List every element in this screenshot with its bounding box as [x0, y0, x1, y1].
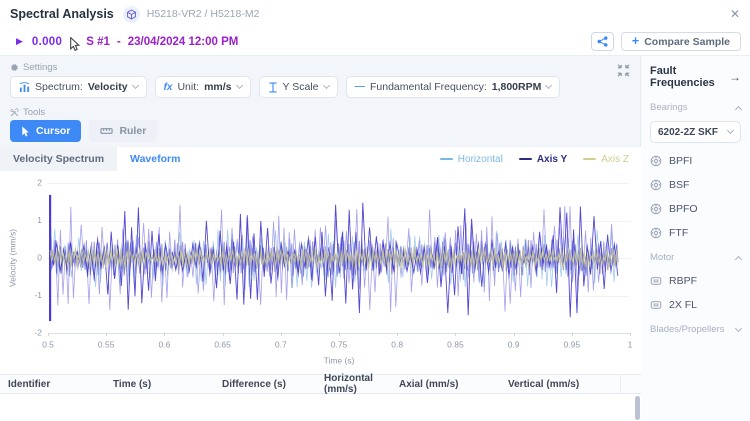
chevron-down-icon	[734, 324, 743, 332]
chart-card: Velocity Spectrum Waveform Horizontal Ax…	[0, 147, 641, 374]
y-scale-dropdown[interactable]: Y Scale	[258, 76, 338, 98]
bearing-icon	[650, 203, 662, 215]
close-icon[interactable]: ✕	[730, 8, 740, 20]
section-motor[interactable]: Motor	[650, 252, 743, 263]
ruler-tool-button[interactable]: Ruler	[89, 120, 158, 142]
motor-icon	[650, 301, 662, 309]
fundamental-frequency-dropdown[interactable]: — Fundamental Frequency: 1,800RPM	[345, 76, 561, 98]
tools-row: Cursor Ruler	[10, 120, 158, 142]
playback-value: 0.000	[31, 35, 63, 48]
column-header[interactable]: Identifier	[0, 379, 105, 390]
column-header[interactable]: Vertical (mm/s)	[500, 379, 620, 390]
column-header[interactable]: Difference (s)	[214, 379, 316, 390]
table-scrollbar[interactable]	[635, 396, 640, 420]
fault-item-bpfi[interactable]: BPFI	[650, 155, 741, 167]
fullscreen-expand-icon[interactable]	[617, 64, 630, 82]
chart-tabs-row: Velocity Spectrum Waveform Horizontal Ax…	[0, 147, 641, 171]
legend-dash-icon	[518, 158, 532, 160]
fundamental-dash-icon: —	[354, 80, 366, 92]
fault-item-bsf[interactable]: BSF	[650, 179, 741, 191]
playback-toolbar: ▶ 0.000 S #1 - 23/04/2024 12:00 PM + Com…	[0, 28, 750, 56]
unit-dropdown[interactable]: fx Unit: mm/s	[154, 76, 251, 98]
legend-dash-icon	[583, 158, 597, 160]
legend-item-axis-z[interactable]: Axis Z	[583, 154, 629, 165]
sample-datetime: 23/04/2024 12:00 PM	[127, 35, 239, 48]
chevron-down-icon	[726, 126, 735, 135]
section-blades-propellers[interactable]: Blades/Propellers	[650, 324, 743, 335]
results-table-header: Identifier Time (s) Difference (s) Horiz…	[0, 373, 641, 395]
fault-item-ftf[interactable]: FTF	[650, 227, 741, 239]
title-bar: Spectral Analysis H5218-VR2 / H5218-M2 ✕	[0, 0, 750, 28]
tab-velocity-spectrum[interactable]: Velocity Spectrum	[0, 147, 118, 171]
column-header[interactable]: Time (s)	[105, 379, 214, 390]
fault-frequencies-header: Fault Frequencies →	[650, 65, 741, 89]
results-table-body	[0, 394, 641, 421]
plus-icon: +	[631, 34, 640, 49]
legend-item-horizontal[interactable]: Horizontal	[439, 154, 503, 165]
chart-legend: Horizontal Axis Y Axis Z	[439, 147, 641, 171]
fault-item-rbpf[interactable]: RBPF	[650, 275, 741, 287]
sample-separator: -	[116, 35, 121, 48]
collapse-panel-arrow-icon[interactable]: →	[729, 70, 741, 84]
compare-sample-button[interactable]: + Compare Sample	[620, 32, 741, 51]
fx-icon: fx	[163, 81, 173, 93]
fault-item-bpfo[interactable]: BPFO	[650, 203, 741, 215]
settings-dropdown-row: Spectrum: Velocity fx Unit: mm/s Y Scale…	[10, 76, 561, 98]
chevron-down-icon	[322, 81, 330, 90]
ruler-icon	[100, 128, 114, 134]
share-button[interactable]	[590, 32, 614, 51]
page-title: Spectral Analysis	[10, 7, 114, 21]
spectrum-dropdown[interactable]: Spectrum: Velocity	[10, 76, 147, 98]
bearing-icon	[650, 179, 662, 191]
bearing-icon	[650, 155, 662, 167]
play-icon[interactable]: ▶	[16, 36, 23, 47]
legend-item-axis-y[interactable]: Axis Y	[518, 154, 567, 165]
machine-id: H5218-VR2 / H5218-M2	[146, 8, 260, 20]
tab-waveform[interactable]: Waveform	[117, 147, 194, 171]
cursor-icon	[22, 125, 29, 136]
bearing-icon	[650, 227, 662, 239]
sample-info: S #1 - 23/04/2024 12:00 PM	[86, 36, 238, 48]
column-filler	[620, 375, 641, 393]
legend-dash-icon	[439, 158, 453, 160]
chevron-down-icon	[545, 81, 553, 90]
chevron-down-icon	[131, 81, 139, 90]
sample-id: S #1	[86, 35, 110, 48]
tools-section-label: Tools	[10, 107, 45, 118]
section-bearings[interactable]: Bearings	[650, 102, 743, 113]
waveform-canvas[interactable]	[0, 173, 641, 371]
gear-icon	[11, 64, 18, 71]
y-scale-icon	[268, 82, 277, 92]
fault-frequencies-panel: Fault Frequencies → Bearings 6202-2Z SKF…	[641, 56, 750, 421]
motor-icon	[650, 277, 662, 285]
column-header[interactable]: Axial (mm/s)	[391, 379, 500, 390]
chevron-up-icon	[734, 255, 743, 263]
share-icon	[597, 36, 608, 47]
fault-item-2x-fl[interactable]: 2X FL	[650, 299, 741, 311]
bearing-model-select[interactable]: 6202-2Z SKF	[650, 121, 741, 143]
spectrum-chart-icon	[19, 81, 30, 92]
tools-icon	[10, 108, 19, 117]
machine-cube-icon	[122, 5, 140, 23]
chevron-up-icon	[734, 105, 743, 113]
main-panel: Settings Spectrum: Velocity fx Unit: mm/…	[0, 56, 641, 421]
settings-section-label: Settings	[10, 62, 57, 73]
cursor-tool-button[interactable]: Cursor	[10, 120, 82, 142]
compare-sample-label: Compare Sample	[644, 35, 730, 48]
mouse-pointer-icon	[69, 36, 81, 56]
column-header[interactable]: Horizontal (mm/s)	[316, 373, 391, 395]
chevron-down-icon	[235, 81, 243, 90]
